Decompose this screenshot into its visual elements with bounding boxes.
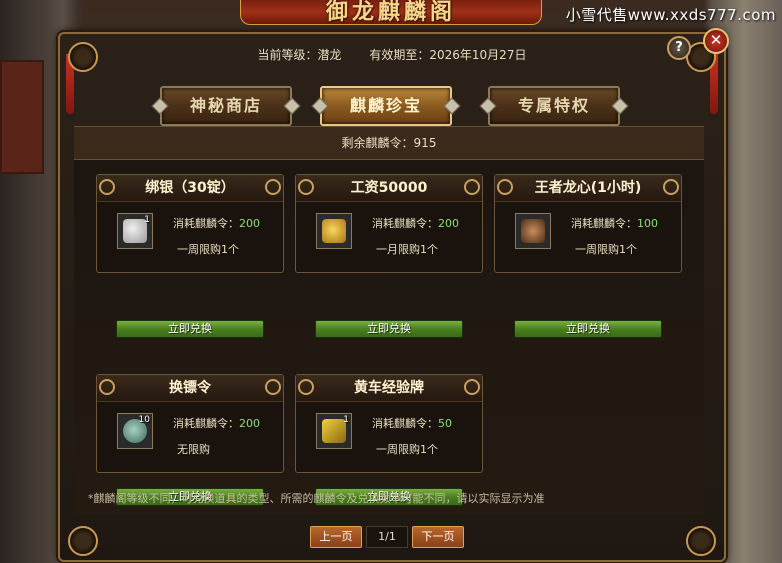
purchase-limit: 无限购 — [177, 443, 210, 456]
item-quantity: 10 — [138, 415, 150, 425]
card-ornament — [265, 179, 281, 195]
item-card-header: 绑银（30锭） — [97, 175, 283, 202]
cost-label: 消耗麒麟令： — [173, 417, 239, 430]
item-cost: 消耗麒麟令：200 — [372, 215, 459, 231]
expiry-date: 有效期至：2026年10月27日 — [369, 48, 527, 62]
remaining-tokens: 剩余麒麟令：915 — [74, 126, 704, 160]
cost-label: 消耗麒麟令： — [372, 217, 438, 230]
cost-value: 100 — [637, 217, 658, 230]
item-slot[interactable]: 10 — [117, 413, 153, 449]
cost-label: 消耗麒麟令： — [372, 417, 438, 430]
cost-value: 200 — [239, 217, 260, 230]
item-slot[interactable]: 1 — [117, 213, 153, 249]
cost-value: 50 — [438, 417, 452, 430]
card-ornament — [497, 179, 513, 195]
item-name: 工资50000 — [350, 180, 428, 196]
header-info: 当前等级：潜龙 有效期至：2026年10月27日 — [60, 46, 724, 63]
tab-mystery-shop[interactable]: 神秘商店 — [151, 86, 301, 126]
redeem-button[interactable]: 立即兑换 — [514, 320, 662, 338]
item-card-header: 换镖令 — [97, 375, 283, 402]
redeem-button[interactable]: 立即兑换 — [315, 320, 463, 338]
tab-ornament — [611, 97, 629, 115]
tab-label: 麒麟珍宝 — [349, 96, 422, 115]
card-ornament — [99, 379, 115, 395]
cost-label: 消耗麒麟令： — [571, 217, 637, 230]
item-quantity: 1 — [343, 415, 349, 425]
item-card: 王者龙心(1小时) 消耗麒麟令：100 一周限购1个 — [494, 174, 682, 273]
redeem-button[interactable]: 立即兑换 — [116, 320, 264, 338]
purchase-limit: 一周限购1个 — [177, 243, 239, 256]
dialog-window: 当前等级：潜龙 有效期至：2026年10月27日 ? ✕ 神秘商店 麒麟珍宝 专… — [58, 28, 729, 562]
item-name: 换镖令 — [169, 380, 211, 396]
gold-coins-icon — [322, 219, 346, 243]
item-name: 王者龙心(1小时) — [534, 180, 642, 196]
purchase-limit: 一月限购1个 — [376, 243, 438, 256]
item-slot[interactable] — [316, 213, 352, 249]
item-card: 黄车经验牌 1 消耗麒麟令：50 一周限购1个 — [295, 374, 483, 473]
close-button[interactable]: ✕ — [703, 28, 729, 54]
tab-ornament — [283, 97, 301, 115]
tab-qilin-treasure[interactable]: 麒麟珍宝 — [311, 86, 461, 126]
current-level: 当前等级：潜龙 — [257, 48, 342, 62]
item-slot[interactable]: 1 — [316, 413, 352, 449]
window-title: 御龙麒麟阁 — [325, 0, 456, 25]
title-banner: 御龙麒麟阁 — [240, 0, 542, 25]
tab-ornament — [151, 97, 169, 115]
card-ornament — [298, 379, 314, 395]
item-name: 黄车经验牌 — [354, 380, 424, 396]
item-card-header: 王者龙心(1小时) — [495, 175, 681, 202]
item-cost: 消耗麒麟令：100 — [571, 215, 658, 231]
card-ornament — [464, 379, 480, 395]
item-card-header: 黄车经验牌 — [296, 375, 482, 402]
cost-value: 200 — [239, 417, 260, 430]
item-card: 换镖令 10 消耗麒麟令：200 无限购 — [96, 374, 284, 473]
tab-ornament — [311, 97, 329, 115]
item-cost: 消耗麒麟令：50 — [372, 415, 452, 431]
watermark-text: 小雪代售www.xxds777.com — [565, 6, 776, 24]
item-cost: 消耗麒麟令：200 — [173, 215, 260, 231]
cost-label: 消耗麒麟令： — [173, 217, 239, 230]
prev-page-button[interactable]: 上一页 — [310, 526, 362, 548]
item-card: 绑银（30锭） 1 消耗麒麟令：200 一周限购1个 — [96, 174, 284, 273]
corner-ornament — [686, 526, 716, 556]
item-card: 工资50000 消耗麒麟令：200 一月限购1个 — [295, 174, 483, 273]
card-ornament — [298, 179, 314, 195]
item-name: 绑银（30锭） — [145, 180, 235, 196]
cost-value: 200 — [438, 217, 459, 230]
purchase-limit: 一周限购1个 — [575, 243, 637, 256]
tab-label: 专属特权 — [517, 96, 590, 115]
item-cost: 消耗麒麟令：200 — [173, 415, 260, 431]
card-ornament — [265, 379, 281, 395]
purchase-limit: 一周限购1个 — [376, 443, 438, 456]
footnote: *麒麟阁等级不同，可兑换道具的类型、所需的麒麟令及兑换频率可能不同，请以实际显示… — [88, 492, 545, 505]
page-indicator: 1/1 — [366, 526, 408, 548]
item-grid: 绑银（30锭） 1 消耗麒麟令：200 一周限购1个 立即兑换 工资50000 … — [74, 160, 704, 514]
tab-label: 神秘商店 — [189, 96, 262, 115]
item-slot[interactable] — [515, 213, 551, 249]
card-ornament — [663, 179, 679, 195]
item-card-header: 工资50000 — [296, 175, 482, 202]
card-ornament — [99, 179, 115, 195]
tab-bar: 神秘商店 麒麟珍宝 专属特权 — [151, 86, 630, 126]
card-ornament — [464, 179, 480, 195]
tab-ornament — [443, 97, 461, 115]
background-pillar — [0, 60, 44, 174]
tab-ornament — [479, 97, 497, 115]
corner-ornament — [68, 526, 98, 556]
tab-exclusive-privileges[interactable]: 专属特权 — [479, 86, 629, 126]
dragon-heart-icon — [521, 219, 545, 243]
item-quantity: 1 — [144, 215, 150, 225]
help-button[interactable]: ? — [667, 36, 691, 60]
next-page-button[interactable]: 下一页 — [412, 526, 464, 548]
